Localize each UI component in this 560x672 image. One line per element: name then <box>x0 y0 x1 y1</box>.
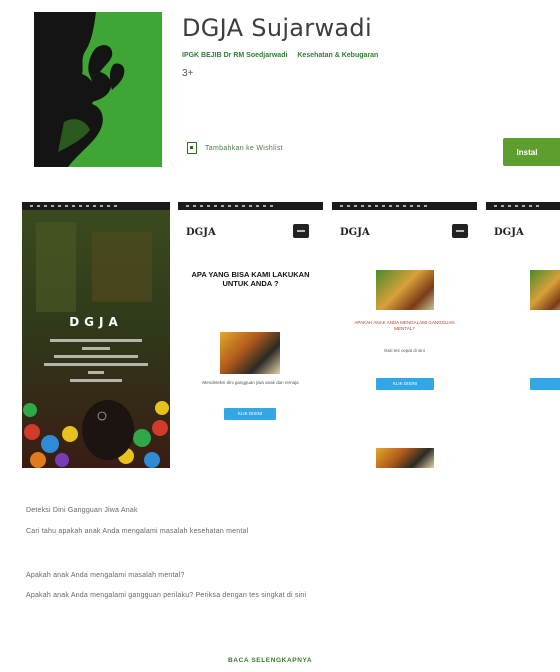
screenshot-2-caption: Mendeteksi dini gangguan jiwa anak dan r… <box>202 380 299 385</box>
screenshot-4-photo <box>530 270 560 310</box>
menu-icon <box>293 224 309 238</box>
app-icon <box>34 12 162 167</box>
screenshot-3-logo: DGJA <box>340 227 370 238</box>
status-bar <box>178 202 323 210</box>
screenshot-4-button <box>530 378 560 390</box>
hand-silhouette-icon <box>34 12 162 167</box>
screenshot-3-caption: Ikuti tes cepat di sini <box>384 348 425 353</box>
status-bar <box>486 202 560 210</box>
menu-icon <box>452 224 468 238</box>
screenshot-1-logo: DGJA <box>69 315 123 329</box>
screenshot-1-text <box>40 337 152 393</box>
wishlist-button[interactable]: Tambahkan ke Wishlist <box>187 142 283 154</box>
screenshot-2-button: KLIK DISINI <box>224 408 276 420</box>
description-line-1: Deteksi Dini Gangguan Jiwa Anak <box>26 507 138 514</box>
app-meta: IPGK BEJIB Dr RM Soedjarwadi Kesehatan &… <box>182 52 378 59</box>
screenshot-3[interactable]: DGJA APAKAH ANAK ANDA MENGALAMI GANGGUAN… <box>332 202 477 468</box>
screenshot-2-heading: APA YANG BISA KAMI LAKUKAN UNTUK ANDA ? <box>191 270 310 289</box>
screenshot-2-logo: DGJA <box>186 227 216 238</box>
category-link[interactable]: Kesehatan & Kebugaran <box>297 52 378 59</box>
screenshot-4[interactable]: DGJA <box>486 202 560 468</box>
age-rating: 3+ <box>182 68 194 79</box>
screenshot-1[interactable]: DGJA <box>22 202 170 468</box>
install-button[interactable]: Instal <box>503 138 560 166</box>
screenshot-3-photo <box>376 270 434 310</box>
wishlist-label: Tambahkan ke Wishlist <box>205 144 283 152</box>
screenshot-4-logo: DGJA <box>494 227 524 238</box>
blurred-text-lines <box>44 339 148 382</box>
app-title: DGJA Sujarwadi <box>182 14 372 42</box>
screenshot-3-photo-2 <box>376 448 434 468</box>
screenshot-3-caption-red: APAKAH ANAK ANDA MENGALAMI GANGGUAN MENT… <box>354 320 455 332</box>
status-bar <box>332 202 477 210</box>
description-line-3: Apakah anak Anda mengalami masalah menta… <box>26 572 185 579</box>
screenshot-2[interactable]: DGJA APA YANG BISA KAMI LAKUKAN UNTUK AN… <box>178 202 323 468</box>
screenshot-2-photo <box>220 332 280 374</box>
description-line-4: Apakah anak Anda mengalami gangguan peri… <box>26 592 307 599</box>
screenshot-1-background <box>22 210 170 468</box>
description-line-2: Cari tahu apakah anak Anda mengalami mas… <box>26 528 249 535</box>
bookmark-icon <box>187 142 197 154</box>
developer-link[interactable]: IPGK BEJIB Dr RM Soedjarwadi <box>182 52 287 59</box>
screenshot-3-button: KLIK DISINI <box>376 378 434 390</box>
read-more-link[interactable]: BACA SELENGKAPNYA <box>228 657 312 664</box>
